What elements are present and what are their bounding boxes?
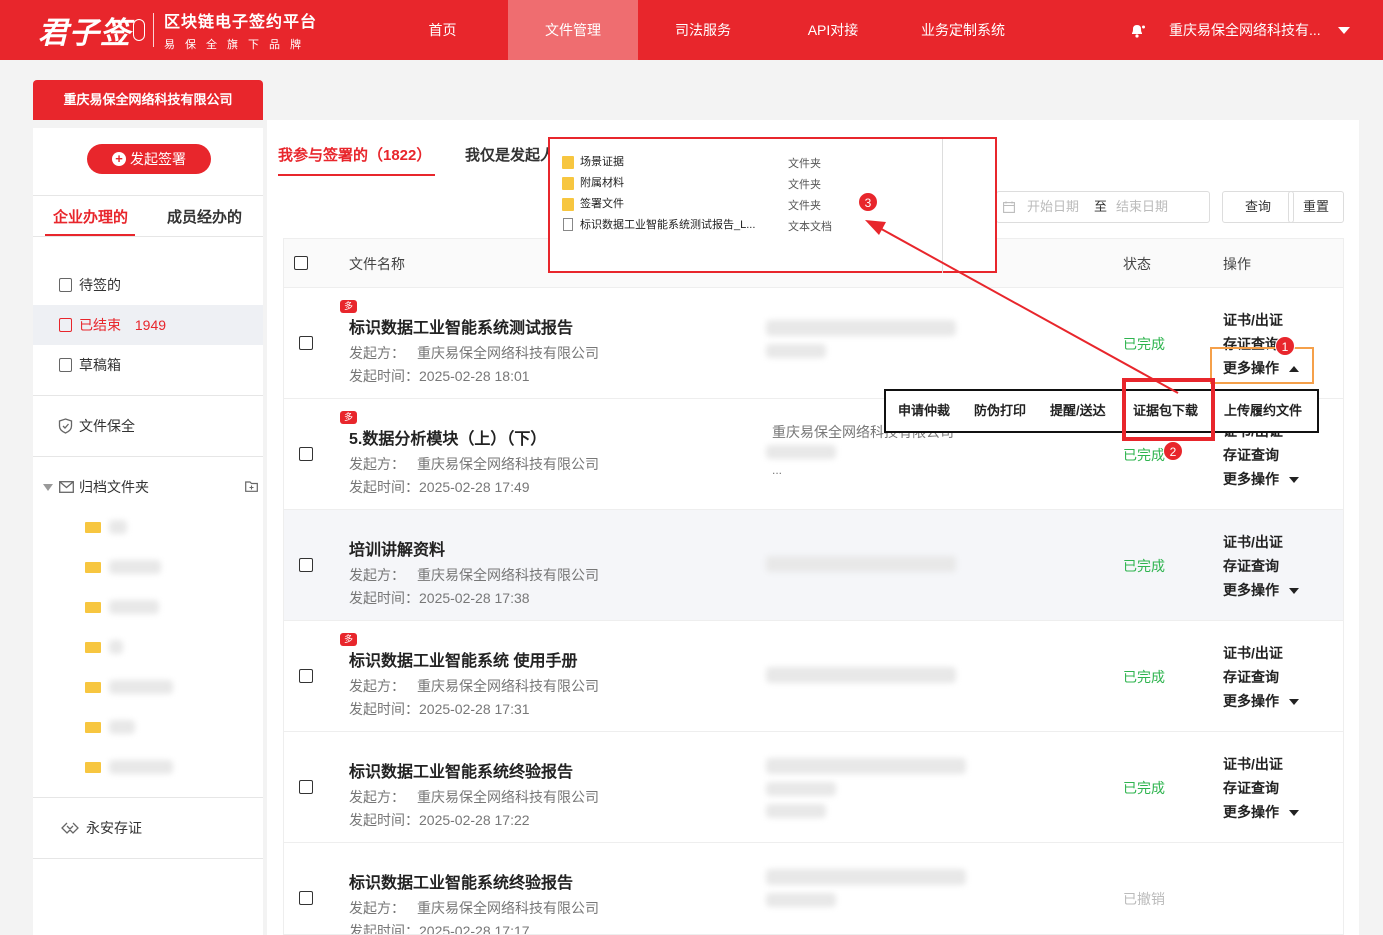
step-badge-3: 3	[858, 192, 878, 212]
annotation-arrow	[865, 220, 1179, 394]
step-badge-2: 2	[1163, 441, 1183, 461]
step-badge-1: 1	[1275, 336, 1295, 356]
